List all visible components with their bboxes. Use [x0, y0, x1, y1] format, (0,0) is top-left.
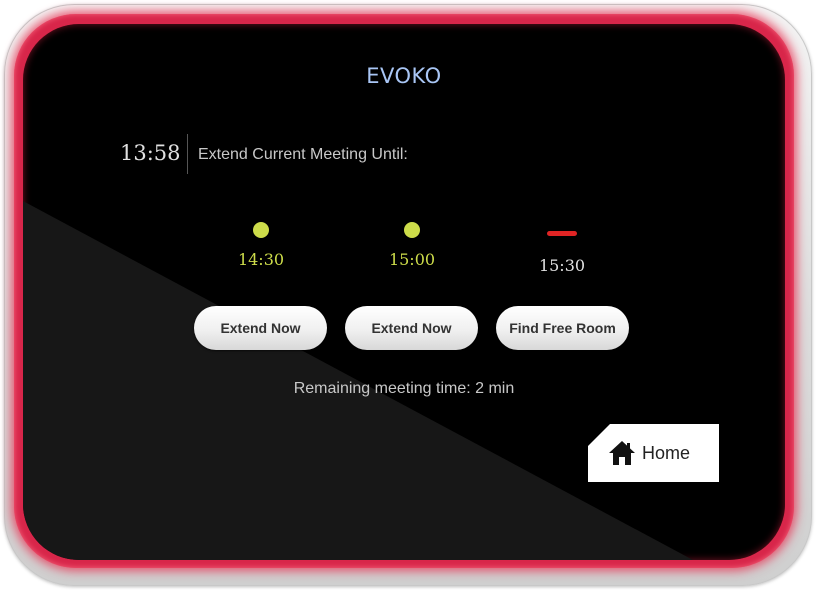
- time-slot-1[interactable]: 14:30: [211, 222, 311, 269]
- home-label: Home: [642, 442, 691, 463]
- unavailable-indicator: [547, 231, 577, 236]
- slot-time: 15:00: [388, 250, 436, 269]
- find-free-room-button[interactable]: Find Free Room: [496, 306, 629, 350]
- current-time: 13:58: [120, 141, 181, 165]
- available-indicator: [253, 222, 269, 238]
- extend-prompt: Extend Current Meeting Until:: [198, 146, 408, 163]
- slot-time: 15:30: [538, 256, 586, 275]
- slot-time: 14:30: [237, 250, 285, 269]
- extend-now-button-2[interactable]: Extend Now: [345, 306, 478, 350]
- brand-logo: EVOKO: [366, 64, 442, 88]
- time-slot-2[interactable]: 15:00: [362, 222, 462, 269]
- extend-now-button-1[interactable]: Extend Now: [194, 306, 327, 350]
- header-divider: [187, 134, 188, 174]
- home-icon: [609, 441, 635, 465]
- available-indicator: [404, 222, 420, 238]
- screen: EVOKO 13:58 Extend Current Meeting Until…: [23, 24, 785, 560]
- time-slot-3[interactable]: 15:30: [512, 222, 612, 275]
- remaining-time: Remaining meeting time: 2 min: [293, 380, 515, 397]
- home-button[interactable]: Home: [588, 424, 719, 482]
